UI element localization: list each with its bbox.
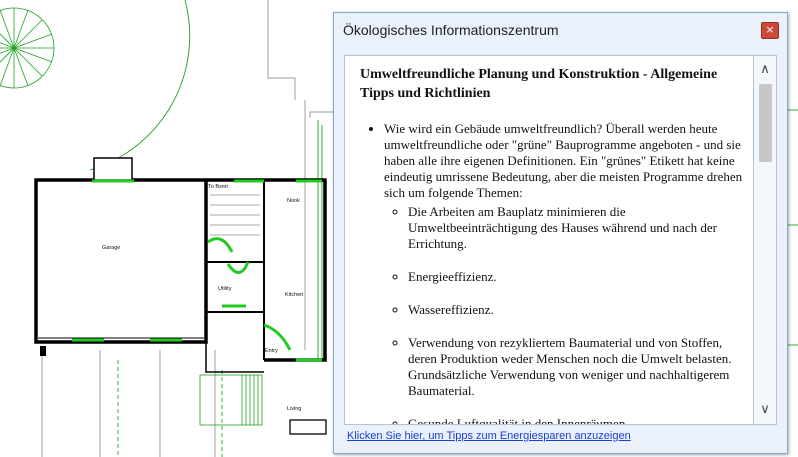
dialog-content[interactable]: Umweltfreundliche Planung und Konstrukti…: [344, 55, 754, 425]
energy-tips-link[interactable]: Klicken Sie hier, um Tipps zum Energiesp…: [347, 430, 631, 442]
eco-info-dialog[interactable]: Ökologisches Informationszentrum × Umwel…: [333, 12, 788, 454]
list-item: Die Arbeiten am Bauplatz minimieren die …: [408, 204, 743, 252]
vertical-scrollbar[interactable]: ∧ ∨: [754, 55, 777, 425]
room-label-kitchen: Kitchen: [285, 292, 303, 298]
window-marker: [40, 346, 46, 356]
dialog-title: Ökologisches Informationszentrum: [343, 22, 559, 38]
scrollbar-thumb[interactable]: [759, 84, 772, 162]
dialog-titlebar[interactable]: Ökologisches Informationszentrum ×: [334, 13, 787, 43]
list-item: Energieeffizienz.: [408, 269, 743, 285]
scroll-up-icon[interactable]: ∧: [754, 60, 776, 80]
room-label-garage: Garage: [102, 245, 120, 251]
room-label-to-bsmt: To Bsmt: [208, 184, 228, 190]
deck: [199, 374, 263, 426]
intro-text: Wie wird ein Gebäude umweltfreundlich? Ü…: [384, 121, 743, 200]
scroll-down-icon[interactable]: ∨: [754, 400, 776, 420]
compass-rose: [0, 7, 55, 89]
list-item: Wie wird ein Gebäude umweltfreundlich? Ü…: [384, 121, 743, 424]
property-lines: [41, 0, 333, 457]
content-heading: Umweltfreundliche Planung und Konstrukti…: [360, 67, 718, 101]
furniture: [289, 419, 327, 435]
list-item: Verwendung von rezykliertem Baumaterial …: [408, 335, 743, 399]
landscape-arc: [89, 0, 191, 171]
room-label-utility: Utility: [218, 286, 232, 292]
room-label-entry: Entry: [265, 348, 278, 354]
close-icon[interactable]: ×: [761, 22, 779, 39]
list-item: Wassereffizienz.: [408, 302, 743, 318]
highlighted-openings: [72, 179, 322, 362]
room-label-living: Living: [287, 406, 301, 412]
list-item: Gesunde Luftqualität in den Innenräumen.: [408, 416, 743, 424]
room-label-nook: Nook: [287, 198, 300, 204]
